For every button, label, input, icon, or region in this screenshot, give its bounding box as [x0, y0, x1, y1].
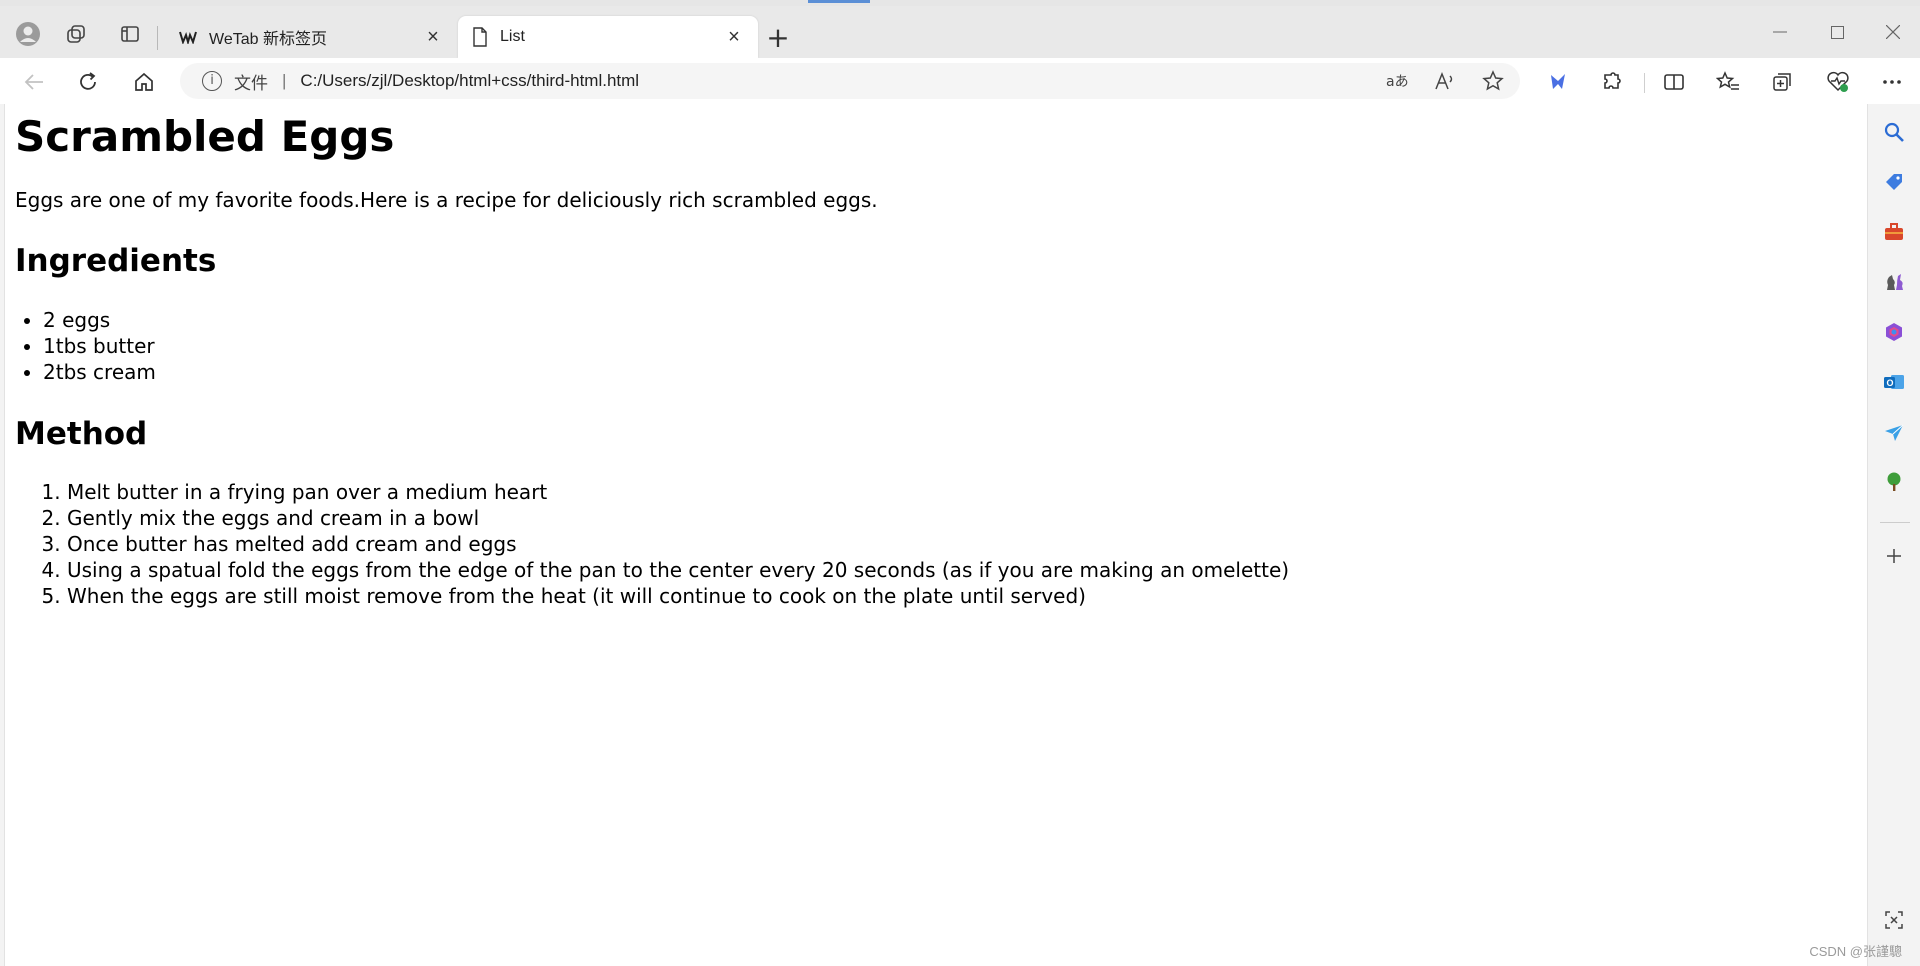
- tab-title: WeTab 新标签页: [209, 31, 327, 48]
- address-bar[interactable]: i 文件 | C:/Users/zjl/Desktop/html+css/thi…: [180, 63, 1520, 99]
- tree-icon[interactable]: [1882, 470, 1906, 494]
- wetab-favicon-icon: [179, 31, 197, 44]
- split-screen-icon[interactable]: [1658, 66, 1690, 98]
- games-icon[interactable]: [1882, 270, 1906, 294]
- tab-wetab[interactable]: WeTab 新标签页 ×: [165, 16, 457, 58]
- close-tab-icon[interactable]: ×: [423, 26, 443, 48]
- maximize-button[interactable]: [1817, 20, 1857, 44]
- send-icon[interactable]: [1882, 420, 1906, 444]
- tab-strip: WeTab 新标签页 × List × +: [0, 6, 1920, 58]
- top-accent: [808, 0, 870, 3]
- screenshot-icon[interactable]: [1882, 908, 1906, 932]
- list-item: Using a spatual fold the eggs from the e…: [67, 557, 1855, 583]
- performance-icon[interactable]: [1822, 66, 1854, 98]
- read-aloud-icon[interactable]: [1432, 69, 1458, 93]
- info-icon[interactable]: i: [202, 71, 222, 91]
- page-viewport: Scrambled Eggs Eggs are one of my favori…: [4, 104, 1868, 966]
- method-heading: Method: [15, 415, 148, 452]
- browser-toolbar: i 文件 | C:/Users/zjl/Desktop/html+css/thi…: [0, 58, 1920, 104]
- back-arrow-icon[interactable]: [18, 66, 50, 98]
- shopping-tag-icon[interactable]: [1882, 170, 1906, 194]
- tab-divider: [157, 26, 158, 50]
- tools-icon[interactable]: [1882, 220, 1906, 244]
- profile-icon[interactable]: [14, 20, 42, 48]
- ingredients-heading: Ingredients: [15, 243, 217, 280]
- page-favicon-icon: [473, 27, 487, 47]
- close-tab-icon[interactable]: ×: [724, 26, 744, 48]
- address-scheme-label: 文件: [234, 73, 268, 93]
- address-separator: |: [282, 71, 287, 90]
- sidebar-separator: [1880, 522, 1910, 523]
- edge-sidebar: O: [1868, 104, 1920, 966]
- list-item: Melt butter in a frying pan over a mediu…: [67, 479, 1855, 505]
- method-list: Melt butter in a frying pan over a mediu…: [15, 479, 1855, 609]
- svg-text:aあ: aあ: [1386, 74, 1408, 90]
- search-icon[interactable]: [1882, 120, 1906, 144]
- svg-text:O: O: [1887, 378, 1894, 388]
- page-title: Scrambled Eggs: [15, 112, 395, 161]
- list-item: 2tbs cream: [43, 359, 1855, 385]
- ingredients-list: 2 eggs 1tbs butter 2tbs cream: [15, 307, 1855, 385]
- vertical-tabs-icon[interactable]: [116, 20, 144, 48]
- list-item: Once butter has melted add cream and egg…: [67, 531, 1855, 557]
- favorites-icon[interactable]: [1712, 66, 1744, 98]
- intro-paragraph: Eggs are one of my favorite foods.Here i…: [15, 188, 878, 213]
- list-item: When the eggs are still moist remove fro…: [67, 583, 1855, 609]
- list-item: Gently mix the eggs and cream in a bowl: [67, 505, 1855, 531]
- outlook-icon[interactable]: O: [1882, 370, 1906, 394]
- add-icon[interactable]: [1882, 544, 1906, 568]
- more-icon[interactable]: [1876, 66, 1908, 98]
- refresh-icon[interactable]: [72, 66, 104, 98]
- tab-list[interactable]: List ×: [458, 16, 758, 58]
- browser-window: WeTab 新标签页 × List × + i 文件 | C:/Users/zj…: [0, 0, 1920, 966]
- watermark: CSDN @张謹驄: [1809, 944, 1902, 959]
- workspaces-icon[interactable]: [62, 20, 90, 48]
- new-tab-button[interactable]: +: [764, 24, 792, 54]
- home-icon[interactable]: [128, 66, 160, 98]
- list-item: 1tbs butter: [43, 333, 1855, 359]
- close-window-button[interactable]: [1873, 20, 1913, 44]
- extensions-icon[interactable]: [1596, 66, 1628, 98]
- translate-icon[interactable]: aあ: [1384, 69, 1410, 93]
- extension-bookmark-icon[interactable]: [1542, 66, 1574, 98]
- list-item: 2 eggs: [43, 307, 1855, 333]
- address-url[interactable]: C:/Users/zjl/Desktop/html+css/third-html…: [300, 71, 639, 91]
- star-icon[interactable]: [1480, 69, 1506, 93]
- page-body: Scrambled Eggs Eggs are one of my favori…: [15, 112, 1855, 609]
- collections-icon[interactable]: [1766, 66, 1798, 98]
- minimize-button[interactable]: [1760, 20, 1800, 44]
- microsoft-365-icon[interactable]: [1882, 320, 1906, 344]
- toolbar-separator: [1644, 73, 1645, 93]
- tab-title: List: [500, 28, 525, 45]
